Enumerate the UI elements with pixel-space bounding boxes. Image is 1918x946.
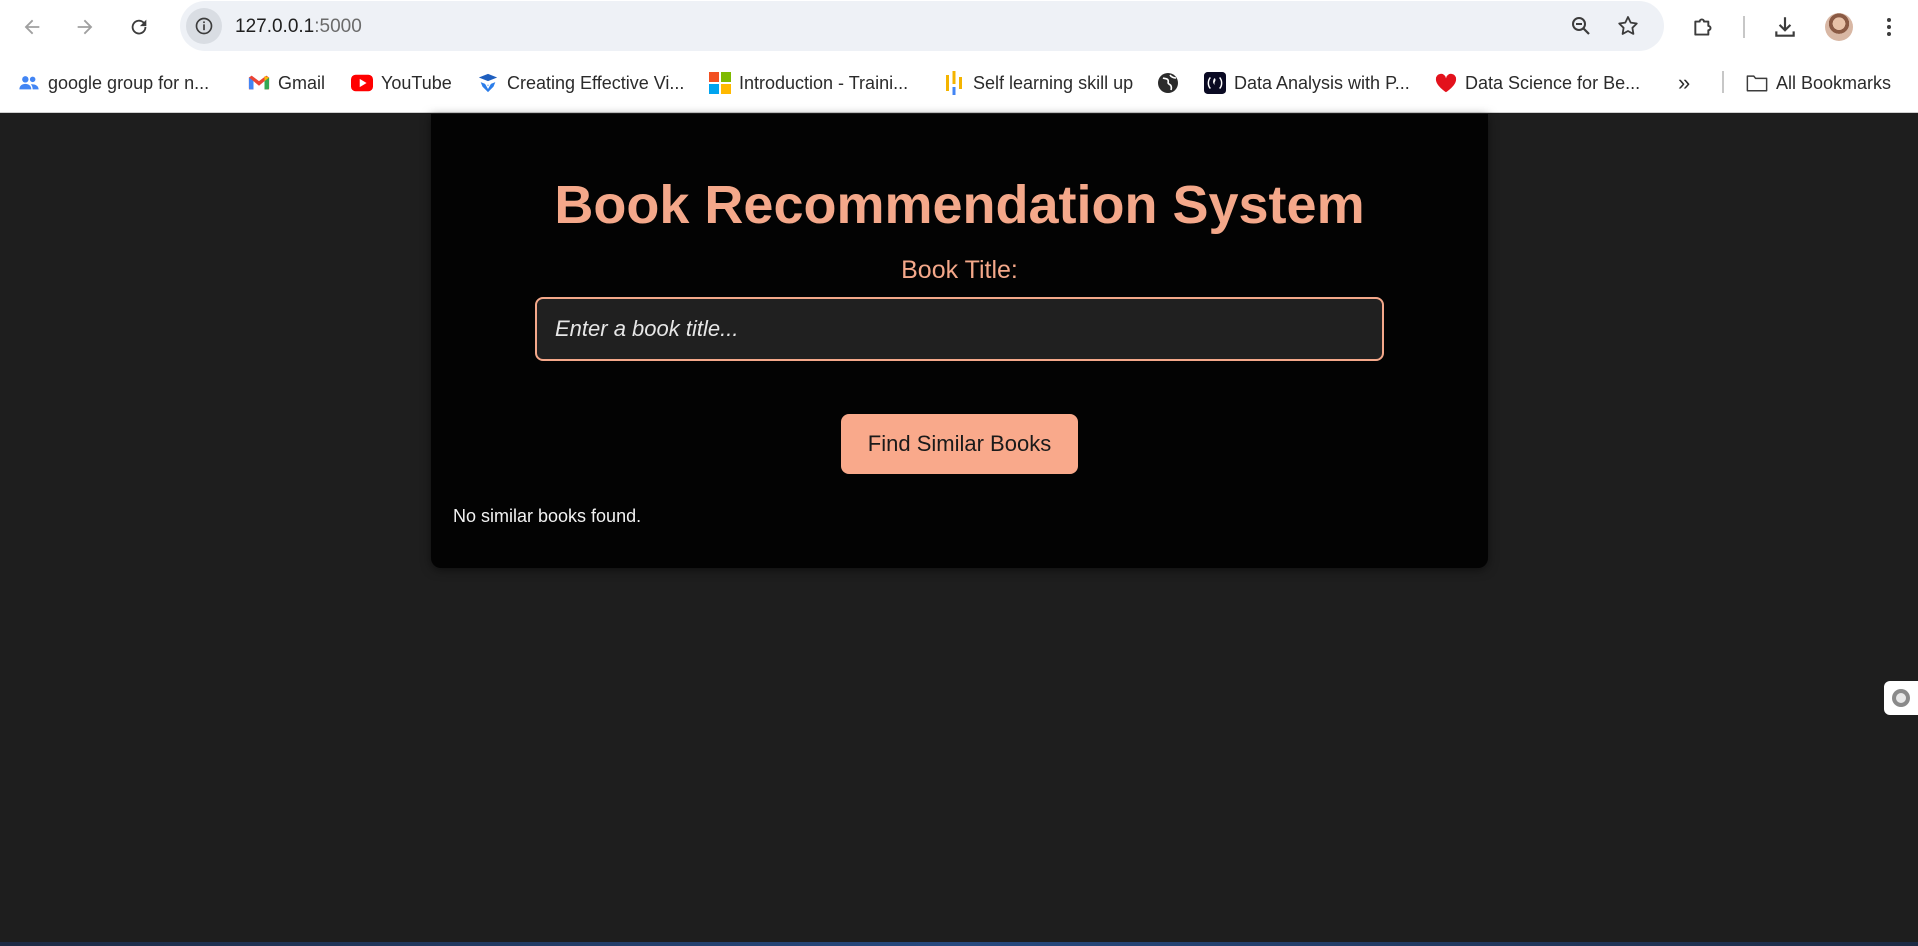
menu-kebab-icon[interactable] [1874, 12, 1904, 42]
book-title-label: Book Title: [901, 256, 1018, 284]
bookmarks-bar: google group for n... Gmail YouTube Crea… [0, 53, 1918, 113]
side-panel-toggle[interactable] [1884, 681, 1918, 715]
bookmark-globe[interactable] [1157, 69, 1187, 97]
layers-icon [477, 72, 499, 94]
find-similar-books-button[interactable]: Find Similar Books [841, 414, 1078, 474]
forward-arrow-icon [77, 19, 93, 35]
url-host: 127.0.0.1 [235, 16, 315, 37]
page-title: Book Recommendation System [554, 175, 1365, 235]
forward-button[interactable] [68, 10, 102, 44]
assistant-icon [1892, 689, 1910, 707]
reload-icon [131, 19, 147, 35]
bookmark-introduction[interactable]: Introduction - Traini... [709, 69, 908, 97]
zoom-icon[interactable] [1569, 14, 1593, 38]
bookmark-label: google group for n... [48, 72, 210, 93]
bookmark-gmail[interactable]: Gmail [248, 69, 325, 97]
bookmark-star-icon[interactable] [1616, 14, 1640, 38]
downloads-icon[interactable] [1770, 12, 1800, 42]
bookmark-label: Self learning skill up [973, 72, 1134, 93]
globe-icon [1157, 72, 1179, 94]
result-message: No similar books found. [453, 506, 642, 526]
all-bookmarks-button[interactable]: All Bookmarks [1746, 69, 1891, 97]
book-title-input[interactable] [535, 297, 1384, 361]
profile-avatar[interactable] [1825, 13, 1853, 41]
site-info-button[interactable] [186, 8, 222, 44]
people-icon [18, 72, 40, 94]
back-arrow-icon [24, 19, 40, 35]
bars-icon [943, 71, 965, 95]
browser-toolbar: 127.0.0.1:5000 [0, 0, 1918, 53]
freecodecamp-icon [1204, 72, 1226, 94]
bookmark-creating-effective[interactable]: Creating Effective Vi... [477, 69, 684, 97]
toolbar-divider [1743, 16, 1745, 38]
gmail-icon [248, 72, 270, 94]
youtube-icon [351, 72, 373, 94]
heart-icon [1435, 72, 1457, 94]
bookmark-label: Data Analysis with P... [1234, 72, 1410, 93]
url-text[interactable]: 127.0.0.1:5000 [235, 16, 362, 38]
info-icon [195, 17, 213, 35]
bookmark-label: Gmail [278, 72, 326, 93]
page-viewport: Book Recommendation System Book Title: F… [0, 114, 1918, 946]
bookmark-data-analysis[interactable]: Data Analysis with P... [1204, 69, 1410, 97]
back-button[interactable] [15, 10, 49, 44]
recommendation-card: Book Recommendation System Book Title: F… [431, 114, 1488, 568]
bookmarks-divider [1722, 71, 1724, 93]
bookmark-label: Data Science for Be... [1465, 72, 1641, 93]
url-port: :5000 [314, 16, 362, 37]
taskbar-edge [0, 942, 1918, 946]
bookmarks-overflow-button[interactable]: » [1678, 69, 1690, 97]
folder-icon [1746, 72, 1768, 94]
all-bookmarks-label: All Bookmarks [1776, 72, 1892, 93]
bookmark-label: Introduction - Traini... [739, 72, 909, 93]
microsoft-icon [709, 72, 731, 94]
bookmark-google-group[interactable]: google group for n... [18, 69, 209, 97]
address-bar[interactable]: 127.0.0.1:5000 [180, 1, 1664, 51]
bookmark-data-science[interactable]: Data Science for Be... [1435, 69, 1640, 97]
reload-button[interactable] [122, 10, 156, 44]
bookmark-label: Creating Effective Vi... [507, 72, 685, 93]
chevron-double-right-icon: » [1678, 70, 1691, 95]
bookmark-label: YouTube [381, 72, 452, 93]
extensions-icon[interactable] [1689, 12, 1719, 42]
bookmark-youtube[interactable]: YouTube [351, 69, 452, 97]
bookmark-self-learning[interactable]: Self learning skill up [943, 69, 1133, 97]
